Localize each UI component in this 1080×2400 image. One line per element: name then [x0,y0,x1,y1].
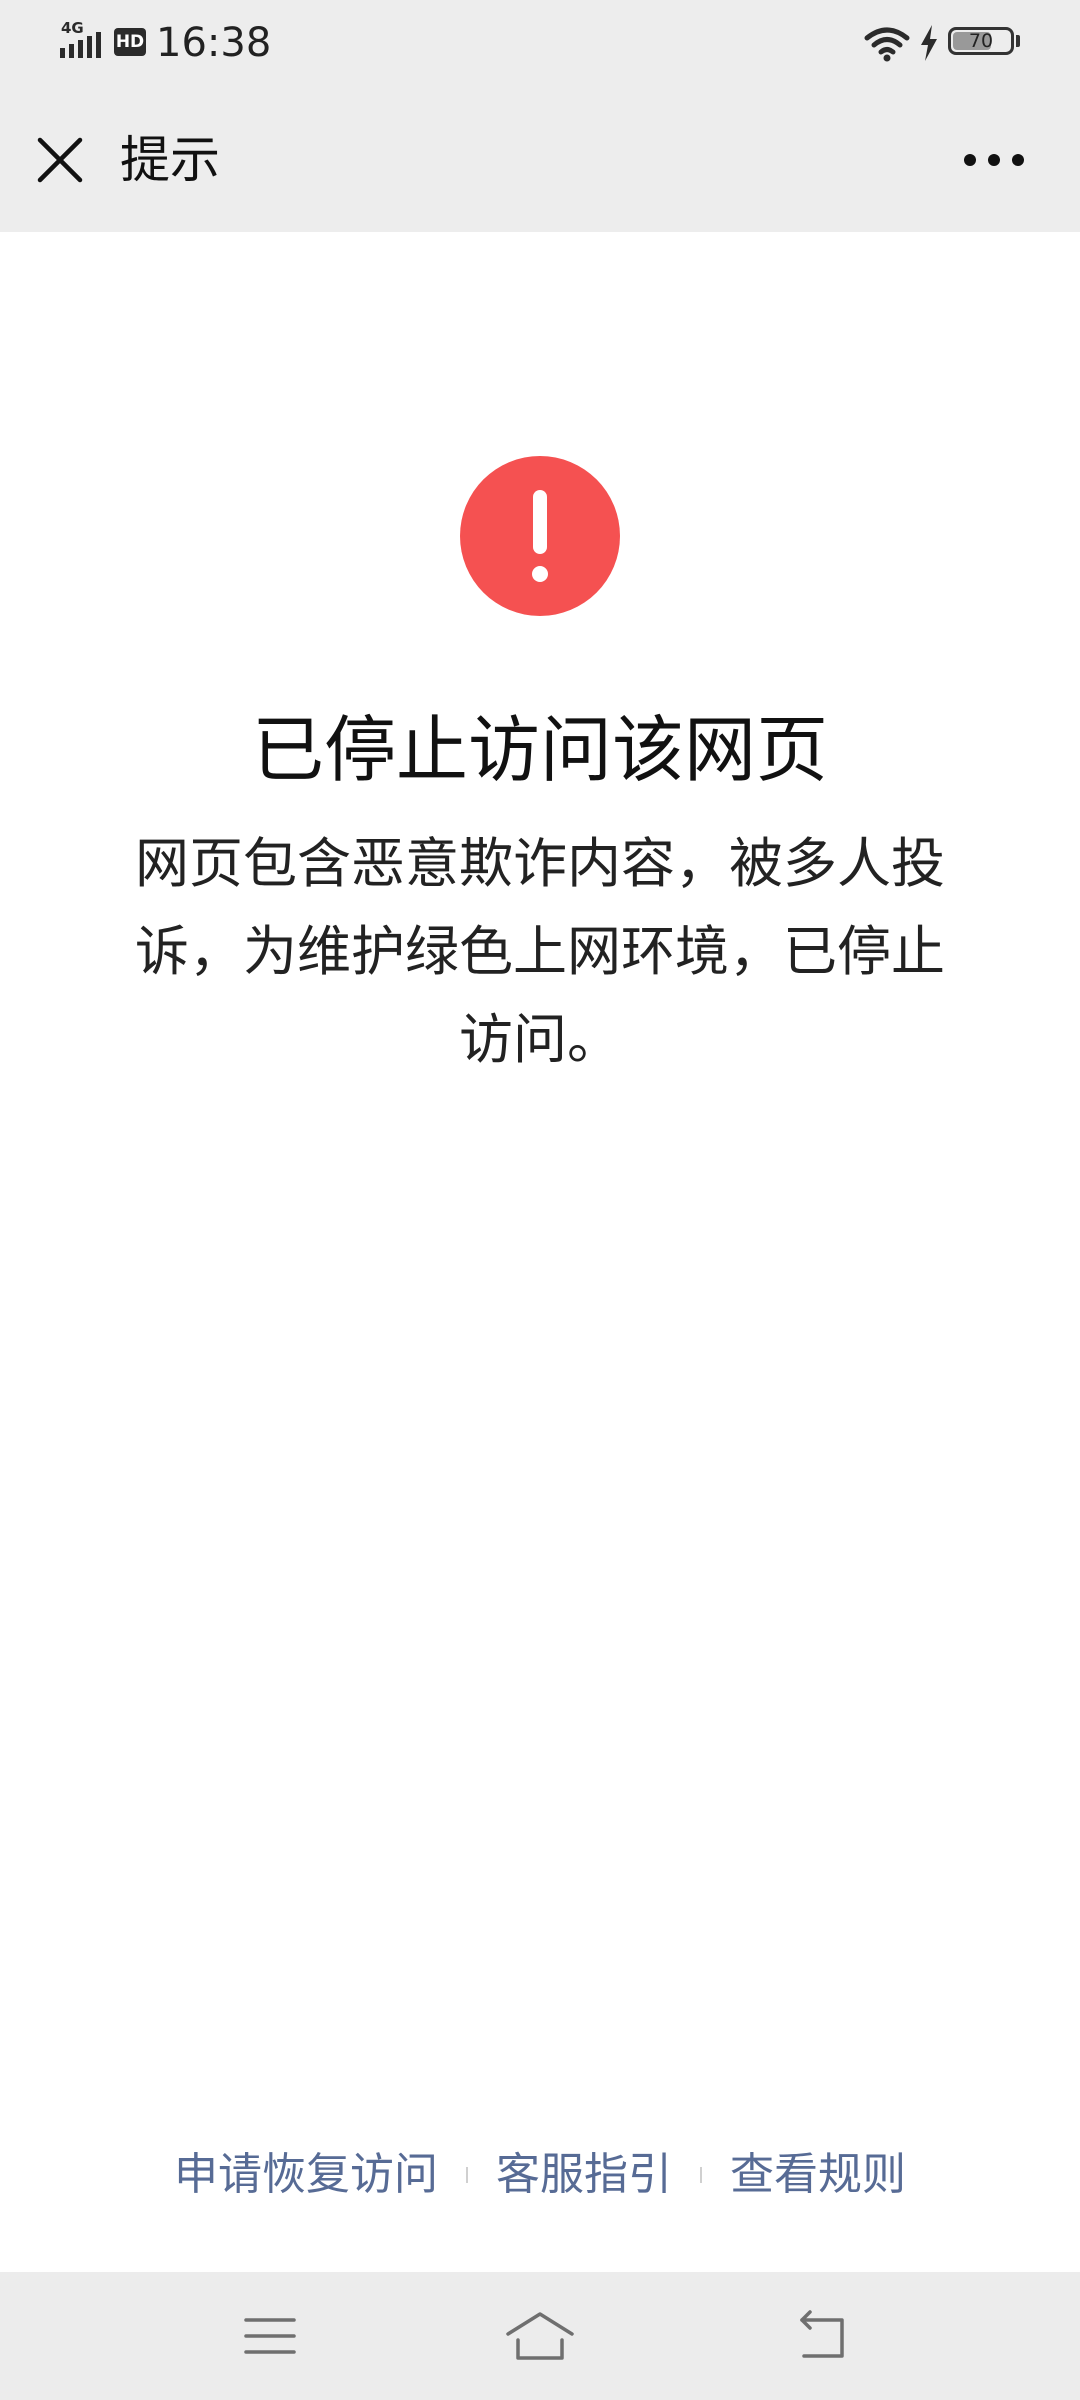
exclamation-circle-icon [460,456,620,616]
more-options-button[interactable] [958,132,1034,188]
exclamation-dot [532,566,548,582]
exclamation-bar [533,490,547,554]
request-restore-access-link[interactable]: 申请恢复访问 [174,2140,438,2210]
signal-4g-icon: 4G [60,19,101,58]
recent-apps-button[interactable] [230,2296,310,2376]
view-rules-link[interactable]: 查看规则 [730,2140,906,2210]
home-button[interactable] [500,2296,580,2376]
footer-divider [700,2167,702,2183]
battery-icon: 70 [948,27,1014,55]
back-button[interactable] [780,2296,860,2376]
charging-bolt-icon [921,25,937,61]
top-nav-bar: 提示 [0,88,1080,232]
wifi-icon [864,27,910,62]
status-bar: 4G HD 16:38 70 [0,0,1080,88]
battery-percent: 70 [968,30,994,52]
blocked-message: 网页包含恶意欺诈内容，被多人投诉，为维护绿色上网环境，已停止访问。 [135,832,945,1071]
close-button[interactable] [26,126,94,194]
menu-icon [244,2318,296,2354]
hd-voice-icon: HD [114,28,146,56]
more-icon [964,154,1024,166]
system-nav-bar [0,2272,1080,2400]
close-icon [37,137,83,183]
page-title: 提示 [120,131,220,189]
blocked-heading: 已停止访问该网页 [251,708,828,792]
network-type-label: 4G [61,19,84,37]
back-icon [800,2310,844,2358]
footer-links: 申请恢复访问 客服指引 查看规则 [0,2140,1080,2210]
home-icon [506,2312,574,2360]
battery-cap [1016,35,1020,47]
status-time: 16:38 [156,20,272,66]
customer-service-guide-link[interactable]: 客服指引 [496,2140,672,2210]
footer-divider [466,2167,468,2183]
